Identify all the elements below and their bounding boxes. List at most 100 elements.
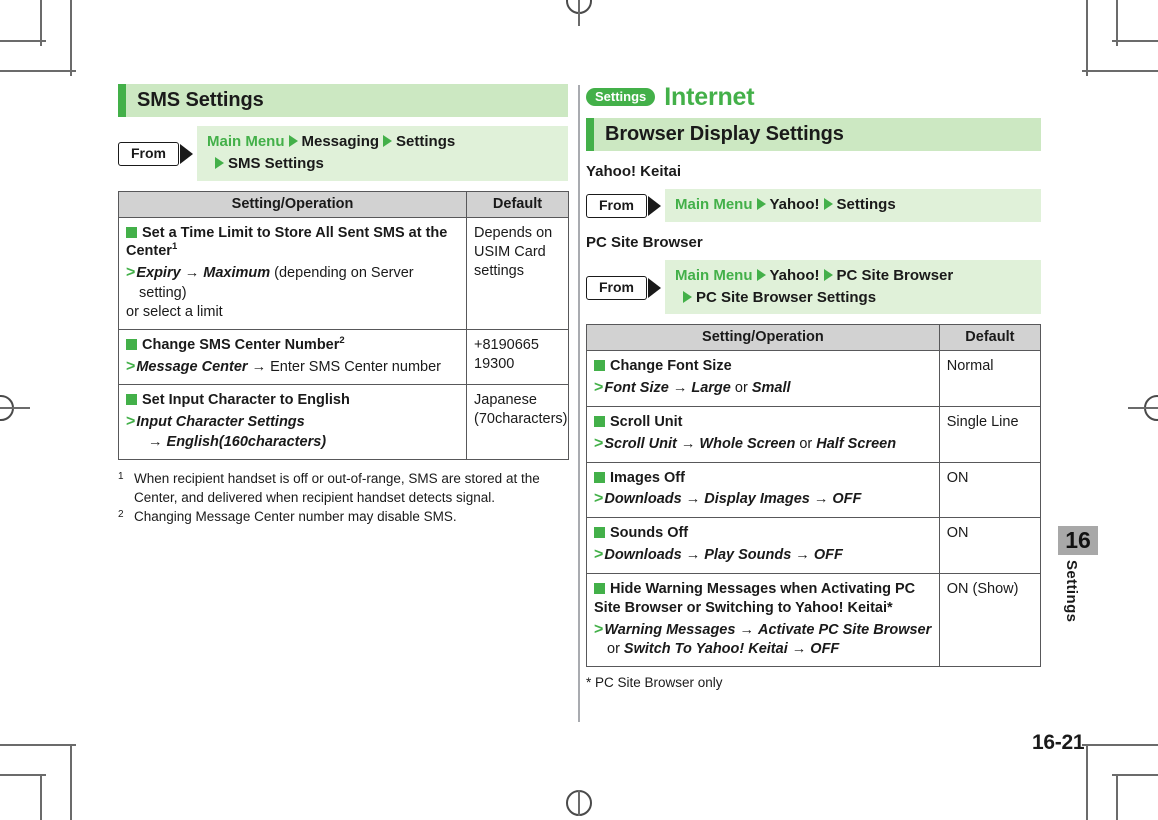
from-badge: From <box>586 189 661 222</box>
step-key-5: Small <box>751 380 791 397</box>
footnote-marker: 1 <box>118 470 124 482</box>
crop-mark-top-right <box>1068 0 1158 90</box>
nav-step-1: Messaging <box>301 133 380 150</box>
operation-step: >Warning Messages → Activate PC Site Bro… <box>594 620 932 660</box>
step-arrow: → <box>247 358 271 375</box>
step-key-5: Half Screen <box>816 435 897 452</box>
chevron-right-icon: > <box>594 434 604 452</box>
operation-title-text: Set Input Character to English <box>142 392 350 409</box>
step-key-5: OFF <box>832 491 862 508</box>
step-connector: or <box>730 380 752 397</box>
from-nav-path: Main Menu Yahoo! PC Site Browser PC Site B… <box>665 259 1041 315</box>
table-row: Hide Warning Messages when Activating PC… <box>586 572 1042 668</box>
step-arrow: → <box>809 491 833 508</box>
nav-main-menu: Main Menu <box>675 196 753 213</box>
operation-step: >Downloads → Display Images → OFF <box>594 489 932 510</box>
registration-line-right <box>1128 407 1158 409</box>
registration-line-bottom <box>578 790 580 816</box>
sms-settings-table: Setting/Operation Default Set a Time Lim… <box>118 190 569 460</box>
cell-operation: Change SMS Center Number2 >Message Cente… <box>118 328 467 386</box>
manual-page: SMS Settings From Main Menu Messaging Sett… <box>0 0 1158 820</box>
table-row: Sounds Off >Downloads → Play Sounds → OFF… <box>586 517 1042 574</box>
footnote-item: 1 When recipient handset is off or out-o… <box>118 469 568 507</box>
footnote-marker: 2 <box>118 509 124 521</box>
operation-title: Set a Time Limit to Store All Sent SMS a… <box>126 224 459 262</box>
chevron-right-icon: > <box>594 490 604 508</box>
nav-arrow-icon <box>215 156 224 169</box>
step-key-1: Input Character Settings <box>136 414 305 431</box>
nav-main-menu: Main Menu <box>675 266 753 284</box>
from-nav-sms: From Main Menu Messaging Settings SMS Sett… <box>118 126 568 181</box>
footnote-text: Changing Message Center number may disab… <box>134 509 457 525</box>
cell-default: ON <box>938 517 1042 574</box>
operation-title: Scroll Unit <box>594 413 932 432</box>
from-nav-path: Main Menu Messaging Settings SMS Settings <box>197 126 568 181</box>
cell-operation: Set Input Character to English >Input Ch… <box>118 384 467 460</box>
chevron-right-icon: > <box>126 264 136 282</box>
step-key-3: Activate PC Site Browser <box>758 621 932 638</box>
chevron-right-icon: > <box>126 413 136 431</box>
green-square-bullet-icon <box>594 415 605 427</box>
sub-label-pc-site-browser: PC Site Browser <box>586 233 703 251</box>
from-badge-label: From <box>118 142 179 167</box>
sub-label-yahoo-keitai: Yahoo! Keitai <box>586 163 682 180</box>
footnote-ref: 2 <box>339 334 345 346</box>
page-number: 16-21 <box>1032 731 1085 754</box>
step-arrow: → <box>668 380 692 397</box>
column-header-default: Default <box>466 190 569 218</box>
from-triangle-icon <box>648 196 661 217</box>
operation-title: Sounds Off <box>594 524 932 543</box>
step-key-1: Downloads <box>604 547 682 564</box>
nav-step-1: Yahoo! <box>769 266 820 284</box>
step-connector: or <box>795 435 817 452</box>
green-square-bullet-icon <box>126 394 137 406</box>
from-nav-pc-site-browser: From Main Menu Yahoo! PC Site Browser PC S… <box>586 259 1041 315</box>
step-arrow: → <box>681 547 705 564</box>
column-header-operation: Setting/Operation <box>118 190 467 218</box>
browser-settings-table: Setting/Operation Default Change Font Si… <box>586 324 1042 668</box>
section-heading-browser-display: Browser Display Settings <box>586 118 1041 151</box>
step-arrow: → <box>787 641 811 658</box>
step-key-1: Scroll Unit <box>604 435 677 452</box>
operation-step: >Expiry → Maximum (depending on Server s… <box>126 263 459 303</box>
cell-default: Depends on USIM Card settings <box>466 216 569 330</box>
operation-title-text: Sounds Off <box>610 525 689 542</box>
operation-title-text: Hide Warning Messages when Activating PC… <box>594 580 916 616</box>
green-square-bullet-icon <box>594 360 605 372</box>
cell-operation: Scroll Unit >Scroll Unit → Whole Screen o… <box>586 405 940 463</box>
step-arrow: → <box>681 491 705 508</box>
green-square-bullet-icon <box>594 582 605 594</box>
step-key-3: Whole Screen <box>699 435 796 452</box>
chevron-right-icon: > <box>126 357 136 375</box>
nav-arrow-icon <box>383 135 393 147</box>
crop-mark-top-left <box>0 0 90 90</box>
cell-operation: Set a Time Limit to Store All Sent SMS a… <box>118 216 467 330</box>
cell-default: ON <box>938 461 1042 519</box>
footnote-ref: 1 <box>171 241 178 253</box>
step-key-3: Play Sounds <box>704 547 792 564</box>
operation-step-continued: → English(160characters) <box>126 433 459 452</box>
table-row: Change SMS Center Number2 >Message Cente… <box>118 328 569 386</box>
step-key-1: Downloads <box>604 491 682 508</box>
registration-line-left <box>0 407 30 409</box>
step-key-1: Font Size <box>604 380 669 397</box>
cell-operation: Images Off >Downloads → Display Images → … <box>586 461 940 519</box>
registration-line-top <box>578 0 580 26</box>
step-connector: or <box>607 641 624 658</box>
cell-operation: Change Font Size >Font Size → Large or Sm… <box>586 350 940 407</box>
section-heading-label: Browser Display Settings <box>605 123 844 145</box>
nav-step-3: SMS Settings <box>228 154 324 172</box>
nav-arrow-icon <box>756 198 766 210</box>
operation-step: >Downloads → Play Sounds → OFF <box>594 545 932 566</box>
operation-title-text: Change SMS Center Number <box>142 336 340 353</box>
operation-title-text: Scroll Unit <box>610 413 683 430</box>
step-key-5: OFF <box>813 547 843 564</box>
step-key-1: Message Center <box>136 358 248 375</box>
step-key-3: Display Images <box>704 491 810 508</box>
chapter-title: Internet <box>664 82 755 111</box>
from-badge-label: From <box>586 276 647 300</box>
operation-title: Set Input Character to English <box>126 391 459 410</box>
operation-title: Change Font Size <box>594 357 932 376</box>
nav-arrow-icon <box>823 268 833 281</box>
chevron-right-icon: > <box>594 546 604 564</box>
